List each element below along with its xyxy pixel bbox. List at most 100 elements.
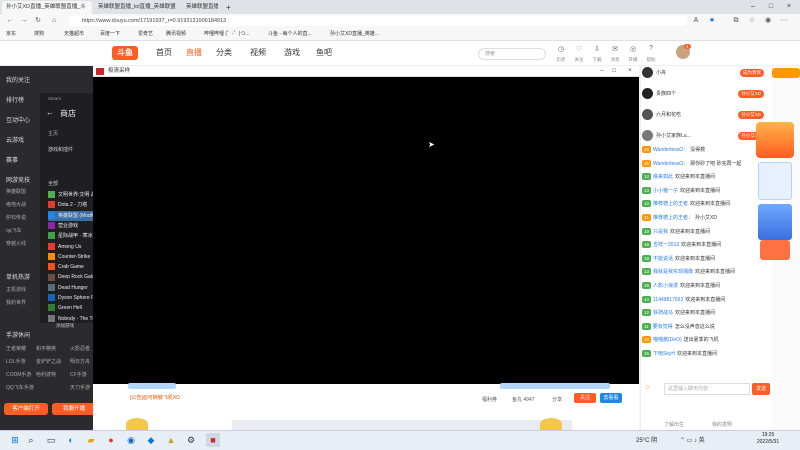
start-broadcast-button[interactable]: 我要开播 (52, 403, 96, 415)
broadcast-icon[interactable]: ◎ (626, 45, 640, 53)
close-icon[interactable]: × (780, 0, 798, 14)
emoji-icon[interactable]: ☺ (644, 384, 651, 391)
favorites-icon[interactable]: ☆ (746, 15, 758, 27)
tray-icons[interactable]: ⌃ ▭ ♪ 英 (680, 435, 705, 444)
chat-username[interactable]: 喵喵酱(DeO) (653, 337, 682, 343)
sidebar-sub[interactable]: 炉石传说 (6, 214, 26, 221)
home-icon[interactable]: ⌂ (48, 15, 60, 27)
chat-username[interactable]: 推荐德上的王者： (653, 215, 693, 221)
nav-live[interactable]: 直播 (186, 47, 202, 58)
chat-username[interactable]: 吉祥一2013 (653, 242, 679, 248)
store-nav[interactable]: Steam (48, 96, 61, 101)
chat-input[interactable]: 这里输入聊天内容 (664, 383, 750, 395)
rank-item[interactable]: 六月和花吃 孙小艾XD (642, 108, 770, 122)
watch-button[interactable]: 去看看 (600, 393, 622, 403)
forward-icon[interactable]: → (18, 15, 30, 27)
chat-username[interactable]: 推荐德上的王者 (653, 201, 688, 207)
player-app-icon[interactable]: ■ (206, 433, 220, 447)
sidebar-sub[interactable]: 哈利波特 (36, 371, 56, 378)
chat-footer-right[interactable]: 我的发明 (712, 421, 732, 428)
chat-username[interactable]: 11449817593 (653, 297, 683, 303)
send-button[interactable]: 发送 (752, 383, 770, 395)
sidebar-sub[interactable]: 我的世界 (6, 299, 26, 306)
nav-category[interactable]: 分类 (216, 47, 232, 58)
event-card[interactable] (758, 162, 792, 200)
history-icon[interactable]: ◷ (554, 45, 568, 53)
sidebar-item-single[interactable]: 单机热游 (6, 272, 30, 281)
message-icon[interactable]: ✉ (608, 45, 622, 53)
player-minimize-icon[interactable]: – (596, 66, 608, 77)
read-aloud-icon[interactable]: A (690, 15, 702, 27)
nav-home[interactable]: 首页 (156, 47, 172, 58)
bookmark-item[interactable]: 搜狗 (34, 29, 44, 40)
edge-icon[interactable]: ◐ (64, 433, 78, 447)
browser-tab[interactable]: 英雄联盟直播_lol直播_英雄联盟 (94, 1, 180, 14)
sidebar-item-online-games[interactable]: 网游竞技 (6, 175, 30, 184)
sidebar-sub[interactable]: 金铲铲之战 (36, 358, 61, 365)
bookmark-item[interactable]: 孙小艾XD直播_英雄... (330, 29, 379, 40)
bookmark-item[interactable]: 天猫超市 (64, 29, 84, 40)
weather-widget[interactable]: 25°C 阴 (636, 435, 657, 444)
maximize-icon[interactable]: □ (762, 0, 780, 14)
follow-icon[interactable]: ♡ (572, 45, 586, 53)
chat-username[interactable]: 下雨SkyH (653, 351, 675, 357)
become-vip-button[interactable] (772, 68, 800, 78)
league-icon[interactable]: ▲ (164, 433, 178, 447)
bookmark-item[interactable]: 腾讯视频 (166, 29, 186, 40)
bookmark-item[interactable]: 爱奇艺 (138, 29, 153, 40)
profile-icon[interactable]: ◉ (762, 15, 774, 27)
settings-icon[interactable]: ⚙ (184, 433, 198, 447)
sidebar-sub[interactable]: 天刀手游 (70, 384, 90, 391)
refresh-icon[interactable]: ↻ (32, 15, 44, 27)
rank-item[interactable]: 孙小艾家族Lu... 孙小艾XD (642, 129, 770, 143)
chat-username[interactable]: 要有觉得 (653, 324, 673, 330)
bar-item[interactable]: 分享 (552, 396, 562, 403)
chat-footer-left[interactable]: 了解出生 (664, 421, 684, 428)
sidebar-sub[interactable]: 英雄联盟 (6, 188, 26, 195)
back-icon[interactable]: ← (4, 15, 16, 27)
chat-username[interactable]: 缘来如此 (653, 174, 673, 180)
url-input[interactable]: https://www.douyu.com/17191937_r=0.91931… (68, 16, 688, 26)
sidebar-sub[interactable]: 王者荣耀 (6, 345, 26, 352)
bookmark-item[interactable]: 斗鱼 - 每个人的直... (268, 29, 312, 40)
app-icon[interactable]: ● (104, 433, 118, 447)
sidebar-item-follow[interactable]: 我的关注 (6, 75, 30, 84)
store-filter[interactable]: 全部 (48, 180, 58, 187)
nav-video[interactable]: 视频 (250, 47, 266, 58)
chat-username[interactable]: 不能说话 (653, 256, 673, 262)
bookmark-item[interactable]: 百度一下 (100, 29, 120, 40)
bar-item[interactable]: 福利券 (482, 396, 497, 403)
help-icon[interactable]: ? (644, 45, 658, 52)
sidebar-sub[interactable]: 穿越火线 (6, 240, 26, 247)
sidebar-sub[interactable]: 明日方舟 (70, 358, 90, 365)
search-icon[interactable]: ⌕ (24, 433, 38, 447)
player-close-icon[interactable]: × (624, 66, 636, 77)
sidebar-item-esports[interactable]: 赛事 (6, 155, 18, 164)
sidebar-item-mobile[interactable]: 手游休闲 (6, 330, 30, 339)
sidebar-sub[interactable]: 火影忍者 (70, 345, 90, 352)
event-card[interactable] (760, 240, 790, 260)
chat-username[interactable]: 小小猪一子 (653, 188, 678, 194)
store-app-icon[interactable]: ◆ (144, 433, 158, 447)
event-card[interactable] (758, 204, 792, 240)
favorite-star-icon[interactable]: ★ (706, 15, 718, 27)
steam-icon[interactable]: ◉ (124, 433, 138, 447)
client-open-button[interactable]: 客户端打开 (4, 403, 48, 415)
add-game-button[interactable]: 添加游戏 (56, 323, 74, 329)
sidebar-sub[interactable]: CF手游 (70, 371, 87, 378)
task-view-icon[interactable]: ▭ (44, 433, 58, 447)
sidebar-sub[interactable]: 和平精英 (36, 345, 56, 352)
nav-games[interactable]: 游戏 (284, 47, 300, 58)
chat-username[interactable]: 铁骑战马 (653, 310, 673, 316)
site-search-input[interactable]: 搜索 (478, 48, 546, 60)
file-explorer-icon[interactable]: ▰ (84, 433, 98, 447)
video-player[interactable] (93, 66, 639, 384)
sidebar-sub[interactable]: LOL手游 (6, 358, 25, 365)
rank-item[interactable]: 小舟 成为贵宾 (642, 66, 770, 80)
chat-username[interactable]: 我就是我实现偶像 (653, 269, 693, 275)
chat-username[interactable]: WanderlessO： (653, 147, 688, 153)
sidebar-sub[interactable]: 绝地大战 (6, 201, 26, 208)
sidebar-item-cloud-game[interactable]: 云游戏 (6, 135, 24, 144)
rank-item[interactable]: 贵族四个 孙小艾XD (642, 87, 770, 101)
player-maximize-icon[interactable]: □ (608, 66, 620, 77)
